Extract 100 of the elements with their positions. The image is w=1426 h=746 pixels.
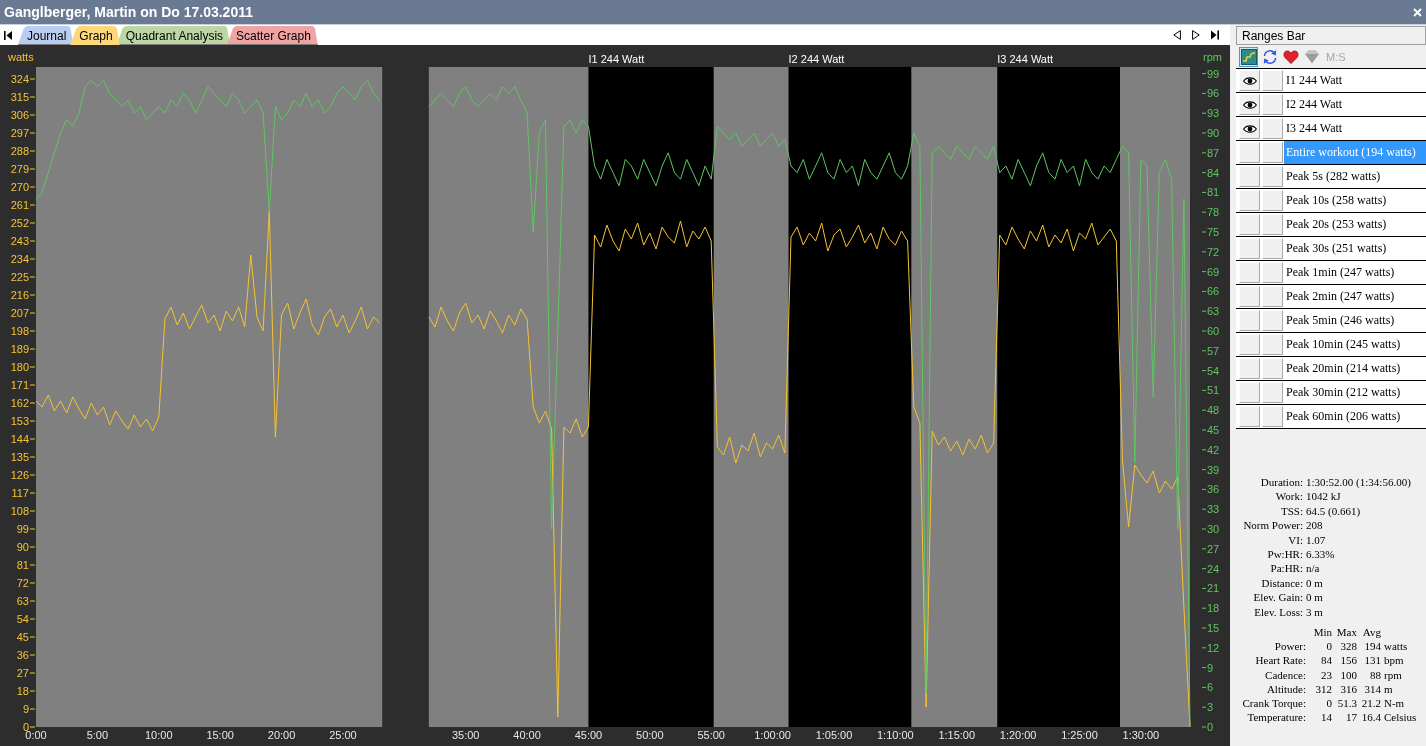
y2-tick-label: 75 <box>1207 226 1220 238</box>
range-item[interactable]: I2 244 Watt <box>1284 93 1426 116</box>
last-page-icon[interactable] <box>1211 30 1219 40</box>
left-axis-tick: 18 <box>16 685 36 697</box>
chart-view-button[interactable] <box>1239 46 1258 67</box>
y-tick-label: 18 <box>16 685 29 697</box>
visibility-toggle[interactable] <box>1239 94 1260 115</box>
y2-tick-label: 69 <box>1207 265 1220 278</box>
x-axis-label: 20:00 <box>267 729 296 741</box>
visibility-toggle[interactable] <box>1239 70 1260 91</box>
range-item[interactable]: Peak 10s (258 watts) <box>1284 189 1426 212</box>
x-axis-label: 45:00 <box>574 729 603 741</box>
stat-value: 1042 kJ <box>1306 489 1341 504</box>
column-header: Max <box>1335 625 1357 640</box>
range-item[interactable]: Peak 20s (253 watts) <box>1284 213 1426 236</box>
previous-icon[interactable] <box>1173 30 1181 40</box>
checkbox[interactable] <box>1262 94 1283 115</box>
range-item[interactable]: Peak 60min (206 watts) <box>1284 405 1426 428</box>
left-axis-tick: 261 <box>10 199 36 211</box>
visibility-toggle[interactable] <box>1239 286 1260 307</box>
stat-label: Norm Power: <box>1242 518 1303 533</box>
range-item[interactable]: Peak 20min (214 watts) <box>1284 357 1426 380</box>
right-axis-tick: 21 <box>1201 582 1220 595</box>
visibility-toggle[interactable] <box>1239 310 1260 331</box>
tab[interactable]: Scatter Graph <box>227 26 318 45</box>
checkbox[interactable] <box>1262 334 1283 355</box>
checkbox[interactable] <box>1262 286 1283 307</box>
y-tick-label: 63 <box>16 595 29 607</box>
checkbox[interactable] <box>1262 118 1283 139</box>
range-item[interactable]: Peak 30min (212 watts) <box>1284 381 1426 404</box>
visibility-toggle[interactable] <box>1239 190 1260 211</box>
checkbox[interactable] <box>1262 406 1283 427</box>
checkbox[interactable] <box>1262 214 1283 235</box>
y-tick-label: 180 <box>10 361 29 373</box>
visibility-toggle[interactable] <box>1239 214 1260 235</box>
visibility-toggle[interactable] <box>1239 382 1260 403</box>
checkbox[interactable] <box>1262 142 1283 163</box>
y2-tick-label: 9 <box>1207 661 1214 674</box>
range-item[interactable]: Peak 1min (247 watts) <box>1284 261 1426 284</box>
visibility-toggle[interactable] <box>1239 118 1260 139</box>
interval-label: I2 244 Watt <box>788 53 845 65</box>
checkbox[interactable] <box>1262 238 1283 259</box>
tab[interactable]: Quadrant Analysis <box>116 26 231 45</box>
tab[interactable]: Graph <box>70 26 120 45</box>
y-tick-label: 126 <box>10 469 29 481</box>
visibility-toggle[interactable] <box>1239 358 1260 379</box>
checkbox[interactable] <box>1262 262 1283 283</box>
right-axis-tick: 54 <box>1201 364 1220 377</box>
y2-tick-label: 0 <box>1207 721 1214 733</box>
range-item[interactable]: Peak 10min (245 watts) <box>1284 333 1426 356</box>
range-item[interactable]: I1 244 Watt <box>1284 69 1426 92</box>
visibility-toggle[interactable] <box>1239 238 1260 259</box>
visibility-toggle[interactable] <box>1239 166 1260 187</box>
stat-label: Elev. Gain: <box>1252 590 1303 605</box>
checkbox[interactable] <box>1262 166 1283 187</box>
y-tick-label: 198 <box>10 325 29 337</box>
y-tick-label: 135 <box>10 451 29 463</box>
checkbox[interactable] <box>1262 358 1283 379</box>
visibility-toggle[interactable] <box>1239 142 1260 163</box>
stat-label: TSS: <box>1280 503 1303 519</box>
stat-value: 64.5 (0.661) <box>1306 503 1361 519</box>
y-tick-label: 189 <box>10 343 29 355</box>
range-item[interactable]: Peak 30s (251 watts) <box>1284 237 1426 260</box>
range-item[interactable]: Peak 2min (247 watts) <box>1284 285 1426 308</box>
checkbox[interactable] <box>1262 70 1283 91</box>
range-item[interactable]: Peak 5min (246 watts) <box>1284 309 1426 332</box>
right-axis-tick: 27 <box>1201 542 1220 555</box>
line-chart-icon <box>1240 48 1257 65</box>
left-axis-tick: 54 <box>16 613 36 625</box>
visibility-toggle[interactable] <box>1239 406 1260 427</box>
unit-label: watts <box>1383 639 1408 654</box>
range-item[interactable]: I3 244 Watt <box>1284 117 1426 140</box>
window-title: Ganglberger, Martin on Do 17.03.2011 <box>4 4 253 20</box>
table-cell-text: 51.3 <box>1336 696 1357 711</box>
left-axis-tick: 315 <box>10 91 36 103</box>
checkbox[interactable] <box>1262 190 1283 211</box>
left-axis-tick: 189 <box>10 343 36 355</box>
left-axis-tick: 36 <box>16 649 36 661</box>
visibility-toggle[interactable] <box>1239 262 1260 283</box>
checkbox[interactable] <box>1262 310 1283 331</box>
left-axis-tick: 63 <box>16 595 36 607</box>
visibility-toggle[interactable] <box>1239 334 1260 355</box>
y-tick-label: 216 <box>10 289 29 301</box>
checkbox[interactable] <box>1262 382 1283 403</box>
unit-label: Celsius <box>1383 710 1417 725</box>
stat-label: Duration: <box>1259 475 1303 490</box>
stat-label: Altitude: <box>1265 681 1306 697</box>
y2-tick-label: 45 <box>1207 424 1220 436</box>
left-axis-tick: 108 <box>10 505 36 517</box>
x-axis-label: 50:00 <box>636 729 664 741</box>
tab[interactable]: Journal <box>18 26 74 45</box>
y-tick-label: 99 <box>16 523 29 535</box>
stat-value: 0 m <box>1306 575 1323 591</box>
close-icon[interactable] <box>1413 7 1422 17</box>
range-item[interactable]: Peak 5s (282 watts) <box>1284 165 1426 188</box>
next-icon[interactable] <box>1192 30 1200 40</box>
y-tick-label: 207 <box>10 307 29 319</box>
first-page-icon[interactable] <box>4 31 12 40</box>
x-axis-label: 1:00:00 <box>754 729 791 741</box>
left-axis-tick: 27 <box>16 667 36 679</box>
